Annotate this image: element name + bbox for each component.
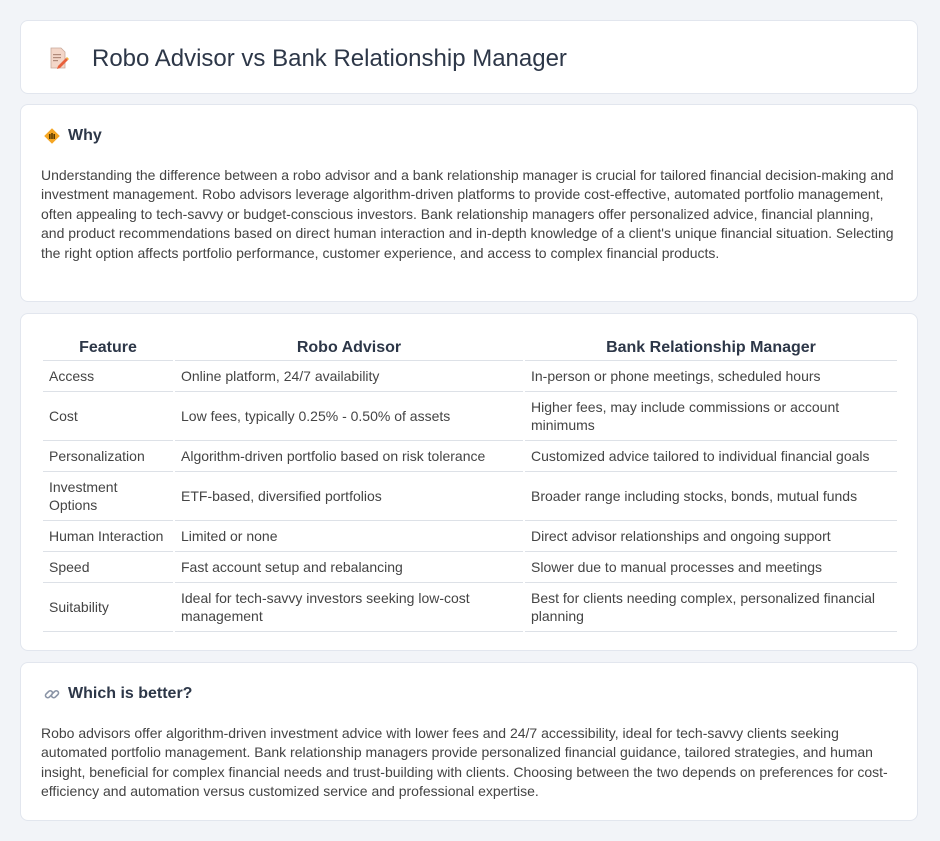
better-heading: Which is better? [43, 685, 192, 703]
column-header: Bank Relationship Manager [525, 334, 897, 361]
table-cell: ETF-based, diversified portfolios [175, 472, 523, 521]
column-header: Robo Advisor [175, 334, 523, 361]
table-cell: Fast account setup and rebalancing [175, 552, 523, 583]
document-pencil-icon [50, 47, 69, 69]
table-row: Human Interaction Limited or none Direct… [43, 521, 897, 552]
table-cell: Limited or none [175, 521, 523, 552]
why-text: Understanding the difference between a r… [41, 167, 894, 261]
why-heading-label: Why [68, 127, 102, 144]
table-cell: Personalization [43, 441, 173, 472]
table-cell: Broader range including stocks, bonds, m… [525, 472, 897, 521]
table-cell: Speed [43, 552, 173, 583]
header-card: Robo Advisor vs Bank Relationship Manage… [20, 20, 918, 94]
comparison-section: Feature Robo Advisor Bank Relationship M… [20, 313, 918, 651]
diamond-sign-icon [44, 128, 60, 144]
table-cell: Algorithm-driven portfolio based on risk… [175, 441, 523, 472]
table-row: Cost Low fees, typically 0.25% - 0.50% o… [43, 392, 897, 441]
table-cell: Customized advice tailored to individual… [525, 441, 897, 472]
table-cell: Cost [43, 392, 173, 441]
why-heading: Why [43, 127, 102, 145]
table-cell: Slower due to manual processes and meeti… [525, 552, 897, 583]
page-title: Robo Advisor vs Bank Relationship Manage… [92, 45, 567, 72]
table-cell: Suitability [43, 583, 173, 632]
table-cell: Human Interaction [43, 521, 173, 552]
table-cell: Access [43, 361, 173, 392]
table-cell: Best for clients needing complex, person… [525, 583, 897, 632]
comparison-table: Feature Robo Advisor Bank Relationship M… [41, 334, 899, 632]
table-cell: Low fees, typically 0.25% - 0.50% of ass… [175, 392, 523, 441]
table-row: Access Online platform, 24/7 availabilit… [43, 361, 897, 392]
better-heading-label: Which is better? [68, 685, 193, 702]
table-cell: Investment Options [43, 472, 173, 521]
table-row: Investment Options ETF-based, diversifie… [43, 472, 897, 521]
table-cell: Higher fees, may include commissions or … [525, 392, 897, 441]
better-text: Robo advisors offer algorithm-driven inv… [41, 725, 888, 800]
table-row: Personalization Algorithm-driven portfol… [43, 441, 897, 472]
table-cell: Direct advisor relationships and ongoing… [525, 521, 897, 552]
table-cell: Online platform, 24/7 availability [175, 361, 523, 392]
table-row: Speed Fast account setup and rebalancing… [43, 552, 897, 583]
why-section: Why Understanding the difference between… [20, 104, 918, 302]
which-is-better-section: Which is better? Robo advisors offer alg… [20, 662, 918, 821]
table-row: Suitability Ideal for tech-savvy investo… [43, 583, 897, 632]
table-header-row: Feature Robo Advisor Bank Relationship M… [43, 334, 897, 361]
table-cell: In-person or phone meetings, scheduled h… [525, 361, 897, 392]
column-header: Feature [43, 334, 173, 361]
link-icon [44, 689, 60, 699]
table-cell: Ideal for tech-savvy investors seeking l… [175, 583, 523, 632]
